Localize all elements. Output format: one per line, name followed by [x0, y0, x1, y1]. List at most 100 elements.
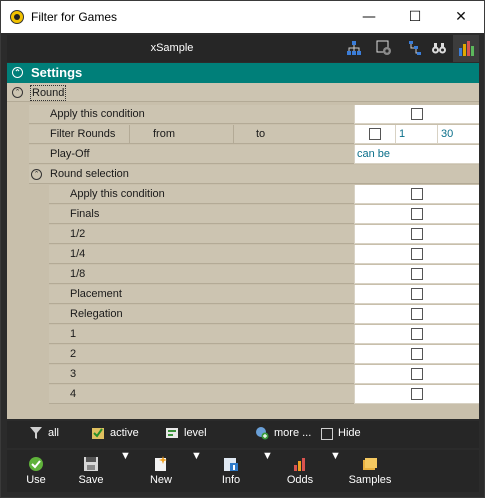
new-button[interactable]: New	[139, 450, 183, 492]
round-item-label: 3	[49, 365, 354, 384]
odds-dropdown-icon[interactable]: ▼	[330, 450, 341, 492]
round-item-row[interactable]: 4	[7, 385, 479, 405]
new-dropdown-icon[interactable]: ▼	[191, 450, 202, 492]
sample-label: xSample	[150, 42, 194, 54]
hide-checkbox[interactable]	[321, 428, 333, 440]
round-item-value	[354, 225, 479, 244]
filter-rounds-to-value[interactable]: 30	[437, 125, 479, 144]
minimize-button[interactable]: —	[346, 1, 392, 33]
save-label: Save	[78, 474, 104, 486]
filter-level-link[interactable]: level	[184, 427, 207, 439]
info-dropdown-icon[interactable]: ▼	[262, 450, 273, 492]
round-item-label: Finals	[49, 205, 354, 224]
filter-more-link[interactable]: more ...	[274, 427, 311, 439]
odds-label: Odds	[286, 474, 314, 486]
new-label: New	[149, 474, 172, 486]
use-button[interactable]: Use	[15, 450, 57, 492]
new-document-icon	[153, 456, 169, 472]
settings-header[interactable]: ⌃ Settings	[7, 63, 479, 83]
round-item-label: Apply this condition	[49, 185, 354, 204]
round-item-row[interactable]: Apply this condition	[7, 185, 479, 205]
save-disk-icon	[83, 456, 99, 472]
round-item-value	[354, 265, 479, 284]
round-item-label: 1	[49, 325, 354, 344]
round-item-row[interactable]: 1/8	[7, 265, 479, 285]
filter-all-link[interactable]: all	[48, 427, 59, 439]
filter-rounds-label: Filter Rounds	[29, 125, 129, 144]
playoff-label: Play-Off	[29, 145, 354, 164]
app-logo-icon	[10, 10, 24, 24]
round-item-checkbox[interactable]	[411, 308, 423, 320]
round-item-checkbox[interactable]	[411, 348, 423, 360]
round-collapse-icon[interactable]: ⌃	[12, 87, 23, 98]
filter-rounds-checkbox[interactable]	[369, 128, 381, 140]
bottom-toolbar: Use Save ▼ New ▼ Info ▼ Odds ▼ Samples	[7, 450, 479, 492]
round-item-checkbox[interactable]	[411, 248, 423, 260]
round-item-checkbox[interactable]	[411, 228, 423, 240]
samples-label: Samples	[348, 474, 392, 486]
round-item-value	[354, 245, 479, 264]
more-plus-icon[interactable]	[255, 426, 269, 440]
close-button[interactable]: ✕	[438, 1, 484, 33]
apply-condition-label: Apply this condition	[29, 105, 354, 124]
filter-all-icon[interactable]	[29, 426, 43, 440]
apply-condition-row[interactable]: Apply this condition	[7, 105, 479, 125]
round-item-row[interactable]: 1/2	[7, 225, 479, 245]
round-item-checkbox[interactable]	[411, 208, 423, 220]
info-icon	[223, 456, 239, 472]
round-item-checkbox[interactable]	[411, 288, 423, 300]
round-item-value	[354, 365, 479, 384]
round-item-row[interactable]: 2	[7, 345, 479, 365]
round-item-value	[354, 325, 479, 344]
round-item-row[interactable]: 1/4	[7, 245, 479, 265]
filter-rounds-row[interactable]: Filter Rounds from to 1 30	[7, 125, 479, 145]
filter-rounds-from-value[interactable]: 1	[395, 125, 437, 144]
hierarchy-icon[interactable]	[407, 40, 423, 56]
binoculars-icon[interactable]	[431, 40, 447, 56]
round-group-label: Round	[30, 85, 67, 101]
round-item-row[interactable]: Placement	[7, 285, 479, 305]
bar-chart-icon[interactable]	[453, 35, 479, 62]
round-group-row[interactable]: ⌃ Round	[7, 83, 479, 103]
round-selection-collapse-icon[interactable]: ⌃	[31, 169, 42, 180]
property-grid: ⌃ Settings ⌃ Round Apply this condition …	[7, 63, 479, 419]
window-title: Filter for Games	[31, 10, 118, 24]
round-item-row[interactable]: Finals	[7, 205, 479, 225]
level-icon[interactable]	[165, 426, 179, 440]
round-item-checkbox[interactable]	[411, 268, 423, 280]
round-item-value	[354, 205, 479, 224]
playoff-value[interactable]: can be	[354, 145, 479, 164]
round-selection-label: Round selection	[50, 168, 129, 180]
round-item-row[interactable]: 1	[7, 325, 479, 345]
round-item-checkbox[interactable]	[411, 368, 423, 380]
odds-chart-icon	[292, 456, 308, 472]
round-selection-row[interactable]: ⌃ Round selection	[7, 165, 479, 185]
round-item-label: Relegation	[49, 305, 354, 324]
filter-rounds-from-label: from	[129, 125, 233, 144]
samples-button[interactable]: Samples	[345, 450, 395, 492]
odds-button[interactable]: Odds	[279, 450, 321, 492]
round-item-label: 1/2	[49, 225, 354, 244]
round-item-value	[354, 285, 479, 304]
round-item-label: 1/8	[49, 265, 354, 284]
filter-active-link[interactable]: active	[110, 427, 139, 439]
tree-icon[interactable]	[346, 40, 362, 56]
round-item-row[interactable]: Relegation	[7, 305, 479, 325]
round-item-row[interactable]: 3	[7, 365, 479, 385]
apply-condition-checkbox[interactable]	[411, 108, 423, 120]
playoff-row[interactable]: Play-Off can be	[7, 145, 479, 165]
collapse-icon[interactable]: ⌃	[12, 67, 23, 78]
round-item-checkbox[interactable]	[411, 188, 423, 200]
round-item-label: 1/4	[49, 245, 354, 264]
info-label: Info	[221, 474, 241, 486]
samples-folder-icon	[362, 456, 378, 472]
info-button[interactable]: Info	[209, 450, 253, 492]
round-item-checkbox[interactable]	[411, 388, 423, 400]
checklist-icon[interactable]	[91, 426, 105, 440]
round-item-checkbox[interactable]	[411, 328, 423, 340]
settings-gear-icon[interactable]	[376, 40, 392, 56]
save-button[interactable]: Save	[69, 450, 113, 492]
filter-bar: all active level more ... Hide	[7, 421, 479, 448]
maximize-button[interactable]: ☐	[392, 1, 438, 33]
save-dropdown-icon[interactable]: ▼	[120, 450, 131, 492]
